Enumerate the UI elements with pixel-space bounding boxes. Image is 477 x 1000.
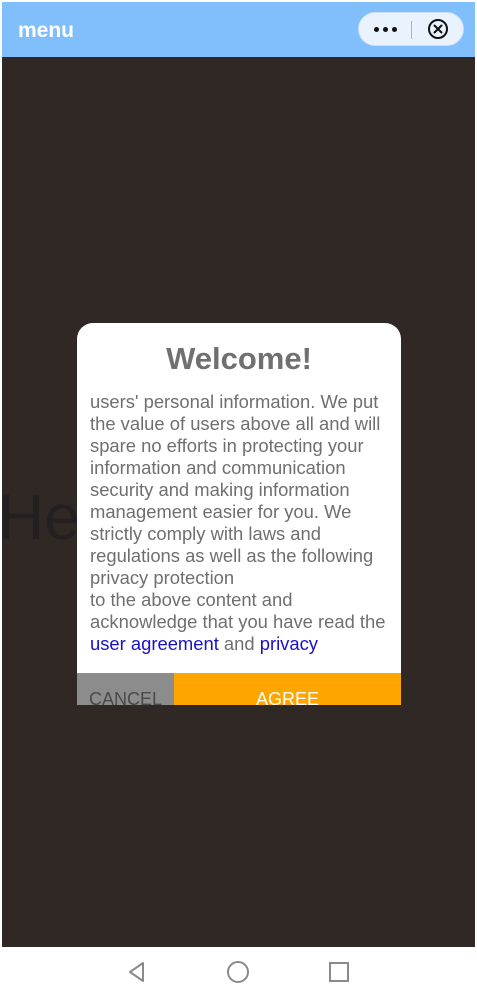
agree-button[interactable]: AGREE: [174, 673, 401, 705]
agreement-text-prefix: to the above content and acknowledge tha…: [90, 589, 386, 632]
dot: [391, 26, 397, 32]
dialog-title: Welcome!: [166, 341, 312, 376]
recents-square-icon[interactable]: [326, 959, 352, 985]
circle-close-icon[interactable]: [427, 18, 449, 40]
dot: [382, 26, 388, 32]
and-text: and: [218, 633, 260, 654]
top-bar: menu: [2, 2, 475, 57]
mini-program-capsule: [358, 12, 464, 46]
app-frame: menu He Welcome! users' personal informa…: [2, 2, 475, 947]
system-navigation-bar: [0, 947, 477, 1000]
dialog-scroll-content[interactable]: users' personal information. We put the …: [90, 391, 390, 673]
page-title: menu: [18, 19, 75, 42]
capsule-divider: [411, 21, 412, 39]
user-agreement-link[interactable]: user agreement: [90, 633, 219, 654]
privacy-link[interactable]: privacy: [260, 633, 318, 654]
more-dots-icon[interactable]: [365, 15, 405, 43]
home-circle-icon[interactable]: [225, 959, 251, 985]
dot: [373, 26, 379, 32]
agreement-text-top: users' personal information. We put the …: [90, 391, 381, 588]
phone-screen: menu He Welcome! users' personal informa…: [0, 0, 477, 1000]
agreement-text-bottom: to the above content and acknowledge tha…: [90, 589, 390, 655]
back-triangle-icon[interactable]: [124, 959, 150, 985]
welcome-dialog: Welcome! users' personal information. We…: [77, 323, 401, 705]
background-greeting-text: He: [2, 481, 80, 553]
cancel-button[interactable]: CANCEL: [77, 673, 174, 705]
